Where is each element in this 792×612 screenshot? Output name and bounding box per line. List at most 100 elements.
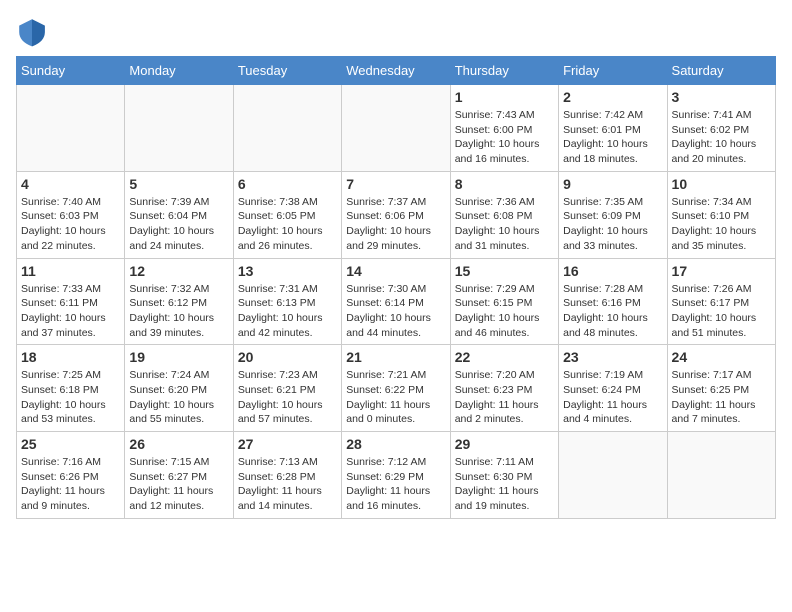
calendar-cell: 26 Sunrise: 7:15 AM Sunset: 6:27 PM Dayli… bbox=[125, 432, 233, 519]
day-number: 26 bbox=[129, 436, 228, 452]
day-info: Sunrise: 7:30 AM Sunset: 6:14 PM Dayligh… bbox=[346, 282, 445, 341]
calendar-cell: 8 Sunrise: 7:36 AM Sunset: 6:08 PM Daylig… bbox=[450, 171, 558, 258]
calendar-cell: 12 Sunrise: 7:32 AM Sunset: 6:12 PM Dayli… bbox=[125, 258, 233, 345]
day-number: 9 bbox=[563, 176, 662, 192]
day-info: Sunrise: 7:19 AM Sunset: 6:24 PM Dayligh… bbox=[563, 368, 662, 427]
day-info: Sunrise: 7:31 AM Sunset: 6:13 PM Dayligh… bbox=[238, 282, 337, 341]
day-number: 1 bbox=[455, 89, 554, 105]
day-number: 23 bbox=[563, 349, 662, 365]
weekday-header: Sunday bbox=[17, 57, 125, 85]
day-number: 28 bbox=[346, 436, 445, 452]
day-number: 29 bbox=[455, 436, 554, 452]
day-number: 15 bbox=[455, 263, 554, 279]
calendar-cell: 16 Sunrise: 7:28 AM Sunset: 6:16 PM Dayli… bbox=[559, 258, 667, 345]
day-info: Sunrise: 7:28 AM Sunset: 6:16 PM Dayligh… bbox=[563, 282, 662, 341]
day-info: Sunrise: 7:23 AM Sunset: 6:21 PM Dayligh… bbox=[238, 368, 337, 427]
day-info: Sunrise: 7:33 AM Sunset: 6:11 PM Dayligh… bbox=[21, 282, 120, 341]
day-info: Sunrise: 7:37 AM Sunset: 6:06 PM Dayligh… bbox=[346, 195, 445, 254]
day-info: Sunrise: 7:36 AM Sunset: 6:08 PM Dayligh… bbox=[455, 195, 554, 254]
day-info: Sunrise: 7:40 AM Sunset: 6:03 PM Dayligh… bbox=[21, 195, 120, 254]
day-info: Sunrise: 7:25 AM Sunset: 6:18 PM Dayligh… bbox=[21, 368, 120, 427]
day-number: 17 bbox=[672, 263, 771, 279]
day-number: 4 bbox=[21, 176, 120, 192]
calendar-cell: 22 Sunrise: 7:20 AM Sunset: 6:23 PM Dayli… bbox=[450, 345, 558, 432]
day-info: Sunrise: 7:42 AM Sunset: 6:01 PM Dayligh… bbox=[563, 108, 662, 167]
calendar-week-row: 11 Sunrise: 7:33 AM Sunset: 6:11 PM Dayli… bbox=[17, 258, 776, 345]
day-number: 14 bbox=[346, 263, 445, 279]
day-info: Sunrise: 7:29 AM Sunset: 6:15 PM Dayligh… bbox=[455, 282, 554, 341]
day-info: Sunrise: 7:11 AM Sunset: 6:30 PM Dayligh… bbox=[455, 455, 554, 514]
calendar-cell bbox=[17, 85, 125, 172]
calendar-cell: 11 Sunrise: 7:33 AM Sunset: 6:11 PM Dayli… bbox=[17, 258, 125, 345]
calendar-cell: 28 Sunrise: 7:12 AM Sunset: 6:29 PM Dayli… bbox=[342, 432, 450, 519]
weekday-header: Tuesday bbox=[233, 57, 341, 85]
weekday-header: Thursday bbox=[450, 57, 558, 85]
day-number: 27 bbox=[238, 436, 337, 452]
day-info: Sunrise: 7:26 AM Sunset: 6:17 PM Dayligh… bbox=[672, 282, 771, 341]
day-info: Sunrise: 7:35 AM Sunset: 6:09 PM Dayligh… bbox=[563, 195, 662, 254]
calendar-cell: 24Sunrise: 7:17 AM Sunset: 6:25 PM Dayli… bbox=[667, 345, 775, 432]
calendar-cell: 3 Sunrise: 7:41 AM Sunset: 6:02 PM Daylig… bbox=[667, 85, 775, 172]
calendar-cell: 2 Sunrise: 7:42 AM Sunset: 6:01 PM Daylig… bbox=[559, 85, 667, 172]
day-number: 2 bbox=[563, 89, 662, 105]
day-info: Sunrise: 7:38 AM Sunset: 6:05 PM Dayligh… bbox=[238, 195, 337, 254]
day-number: 6 bbox=[238, 176, 337, 192]
calendar-week-row: 25Sunrise: 7:16 AM Sunset: 6:26 PM Dayli… bbox=[17, 432, 776, 519]
day-number: 22 bbox=[455, 349, 554, 365]
day-number: 20 bbox=[238, 349, 337, 365]
calendar-cell: 25Sunrise: 7:16 AM Sunset: 6:26 PM Dayli… bbox=[17, 432, 125, 519]
day-info: Sunrise: 7:24 AM Sunset: 6:20 PM Dayligh… bbox=[129, 368, 228, 427]
day-number: 5 bbox=[129, 176, 228, 192]
day-number: 21 bbox=[346, 349, 445, 365]
calendar-cell bbox=[233, 85, 341, 172]
calendar-cell: 21 Sunrise: 7:21 AM Sunset: 6:22 PM Dayli… bbox=[342, 345, 450, 432]
calendar-cell: 9 Sunrise: 7:35 AM Sunset: 6:09 PM Daylig… bbox=[559, 171, 667, 258]
day-info: Sunrise: 7:12 AM Sunset: 6:29 PM Dayligh… bbox=[346, 455, 445, 514]
weekday-header-row: SundayMondayTuesdayWednesdayThursdayFrid… bbox=[17, 57, 776, 85]
calendar-cell: 14 Sunrise: 7:30 AM Sunset: 6:14 PM Dayli… bbox=[342, 258, 450, 345]
calendar-cell: 6 Sunrise: 7:38 AM Sunset: 6:05 PM Daylig… bbox=[233, 171, 341, 258]
day-info: Sunrise: 7:32 AM Sunset: 6:12 PM Dayligh… bbox=[129, 282, 228, 341]
calendar-cell: 17 Sunrise: 7:26 AM Sunset: 6:17 PM Dayli… bbox=[667, 258, 775, 345]
calendar-cell: 20 Sunrise: 7:23 AM Sunset: 6:21 PM Dayli… bbox=[233, 345, 341, 432]
day-number: 25 bbox=[21, 436, 120, 452]
calendar-week-row: 1 Sunrise: 7:43 AM Sunset: 6:00 PM Daylig… bbox=[17, 85, 776, 172]
weekday-header: Saturday bbox=[667, 57, 775, 85]
day-info: Sunrise: 7:41 AM Sunset: 6:02 PM Dayligh… bbox=[672, 108, 771, 167]
calendar-cell bbox=[342, 85, 450, 172]
day-number: 18 bbox=[21, 349, 120, 365]
day-info: Sunrise: 7:20 AM Sunset: 6:23 PM Dayligh… bbox=[455, 368, 554, 427]
day-info: Sunrise: 7:13 AM Sunset: 6:28 PM Dayligh… bbox=[238, 455, 337, 514]
day-number: 7 bbox=[346, 176, 445, 192]
day-number: 16 bbox=[563, 263, 662, 279]
logo bbox=[16, 16, 52, 48]
day-info: Sunrise: 7:15 AM Sunset: 6:27 PM Dayligh… bbox=[129, 455, 228, 514]
logo-icon bbox=[16, 16, 48, 48]
calendar-week-row: 18 Sunrise: 7:25 AM Sunset: 6:18 PM Dayli… bbox=[17, 345, 776, 432]
calendar-cell bbox=[667, 432, 775, 519]
calendar-cell: 1 Sunrise: 7:43 AM Sunset: 6:00 PM Daylig… bbox=[450, 85, 558, 172]
calendar-cell bbox=[125, 85, 233, 172]
calendar-cell: 15 Sunrise: 7:29 AM Sunset: 6:15 PM Dayli… bbox=[450, 258, 558, 345]
day-number: 13 bbox=[238, 263, 337, 279]
day-number: 12 bbox=[129, 263, 228, 279]
weekday-header: Wednesday bbox=[342, 57, 450, 85]
calendar-cell: 23 Sunrise: 7:19 AM Sunset: 6:24 PM Dayli… bbox=[559, 345, 667, 432]
day-info: Sunrise: 7:21 AM Sunset: 6:22 PM Dayligh… bbox=[346, 368, 445, 427]
day-info: Sunrise: 7:39 AM Sunset: 6:04 PM Dayligh… bbox=[129, 195, 228, 254]
day-info: Sunrise: 7:34 AM Sunset: 6:10 PM Dayligh… bbox=[672, 195, 771, 254]
day-number: 19 bbox=[129, 349, 228, 365]
calendar-cell: 29 Sunrise: 7:11 AM Sunset: 6:30 PM Dayli… bbox=[450, 432, 558, 519]
weekday-header: Friday bbox=[559, 57, 667, 85]
day-number: 3 bbox=[672, 89, 771, 105]
day-info: Sunrise: 7:17 AM Sunset: 6:25 PM Dayligh… bbox=[672, 368, 771, 427]
weekday-header: Monday bbox=[125, 57, 233, 85]
calendar-cell bbox=[559, 432, 667, 519]
day-number: 11 bbox=[21, 263, 120, 279]
calendar-cell: 10 Sunrise: 7:34 AM Sunset: 6:10 PM Dayli… bbox=[667, 171, 775, 258]
day-number: 10 bbox=[672, 176, 771, 192]
calendar-cell: 5 Sunrise: 7:39 AM Sunset: 6:04 PM Daylig… bbox=[125, 171, 233, 258]
day-number: 8 bbox=[455, 176, 554, 192]
day-info: Sunrise: 7:43 AM Sunset: 6:00 PM Dayligh… bbox=[455, 108, 554, 167]
calendar-table: SundayMondayTuesdayWednesdayThursdayFrid… bbox=[16, 56, 776, 519]
